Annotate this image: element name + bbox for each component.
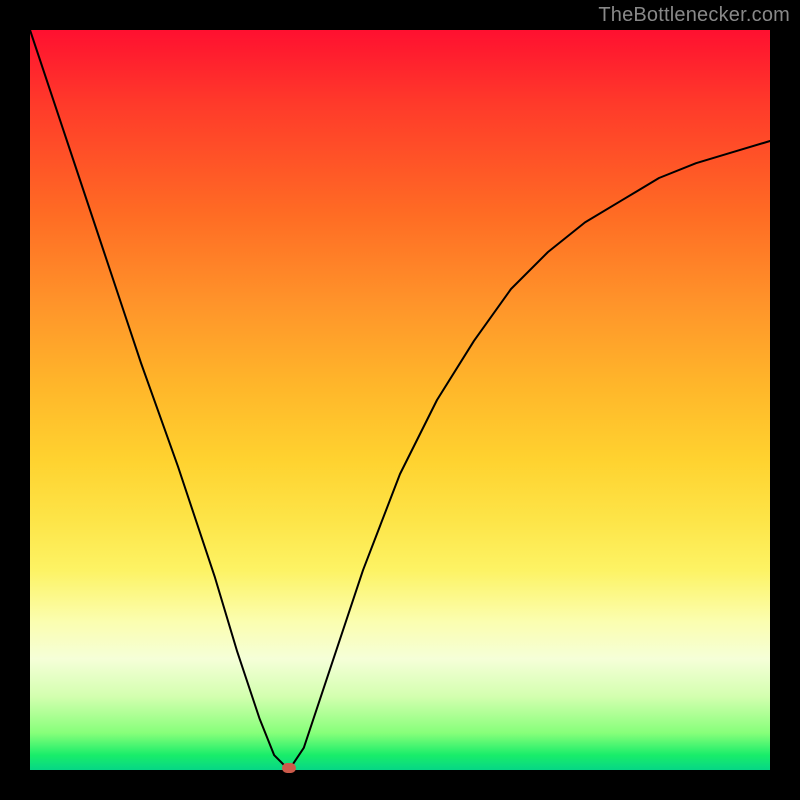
chart-frame: TheBottlenecker.com bbox=[0, 0, 800, 800]
bottleneck-curve bbox=[30, 30, 770, 770]
curve-path bbox=[30, 30, 770, 770]
min-marker bbox=[282, 763, 296, 773]
plot-area bbox=[30, 30, 770, 770]
watermark-text: TheBottlenecker.com bbox=[598, 4, 790, 27]
